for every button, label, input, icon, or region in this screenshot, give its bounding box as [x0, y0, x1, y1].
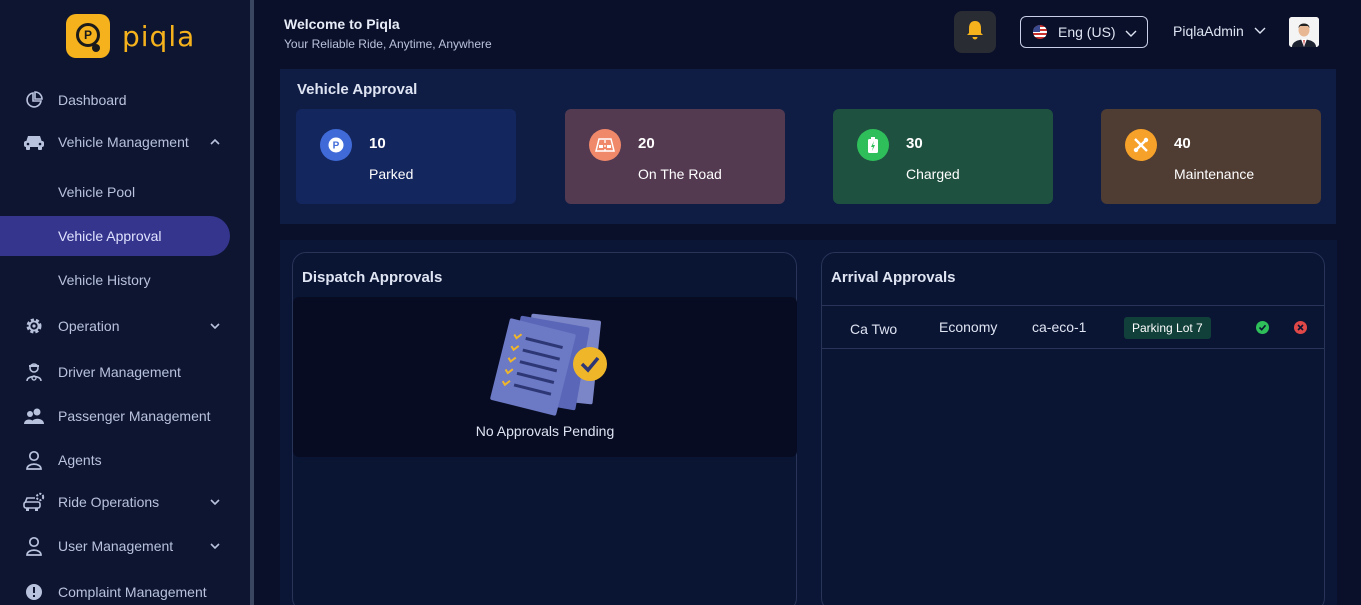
- checklist-illustration-icon: [479, 311, 614, 421]
- sidebar-item-ride-operations[interactable]: Ride Operations: [0, 482, 250, 522]
- users-icon: [23, 405, 45, 427]
- page-subtitle: Your Reliable Ride, Anytime, Anywhere: [284, 37, 492, 51]
- person-icon: [23, 449, 45, 471]
- chevron-down-icon[interactable]: [208, 495, 222, 509]
- stat-value: 40: [1174, 135, 1191, 152]
- sidebar-item-label: Complaint Management: [58, 584, 207, 600]
- bell-icon: [966, 20, 984, 45]
- vehicle-name: Ca Two: [850, 321, 898, 337]
- sidebar-item-label: Driver Management: [58, 364, 181, 380]
- tools-icon: [1125, 129, 1157, 161]
- dispatch-approvals-card: Dispatch Approvals No Approvals Pending: [292, 252, 797, 605]
- vehicle-category: Economy: [939, 319, 998, 335]
- stat-card-parked[interactable]: P 10 Parked: [296, 109, 516, 204]
- sidebar-item-vehicle-pool[interactable]: Vehicle Pool: [0, 172, 250, 212]
- sidebar-item-user-management[interactable]: User Management: [0, 526, 250, 566]
- vehicle-code: ca-eco-1: [1032, 319, 1087, 335]
- chevron-down-icon[interactable]: [208, 319, 222, 333]
- battery-icon: [857, 129, 889, 161]
- sidebar-item-complaint-management[interactable]: Complaint Management: [0, 572, 250, 605]
- alert-icon: [23, 581, 45, 603]
- gear-icon: [23, 315, 45, 337]
- sidebar-item-label: User Management: [58, 538, 174, 554]
- car-icon: [23, 131, 45, 153]
- stat-card-charged[interactable]: 30 Charged: [833, 109, 1053, 204]
- sidebar-item-label: Passenger Management: [58, 408, 211, 424]
- reject-x-icon[interactable]: [1294, 321, 1307, 334]
- chevron-down-icon[interactable]: [208, 539, 222, 553]
- approve-check-icon[interactable]: [1256, 321, 1269, 334]
- stat-label: Parked: [369, 166, 414, 182]
- sidebar-item-vehicle-approval[interactable]: Vehicle Approval: [0, 216, 230, 256]
- sidebar-item-operation[interactable]: Operation: [0, 306, 250, 346]
- us-flag-icon: [1033, 25, 1047, 39]
- pie-chart-icon: [23, 89, 45, 111]
- parking-icon: P: [320, 129, 352, 161]
- approvals-area: Dispatch Approvals No Approvals Pending …: [280, 240, 1337, 605]
- sidebar-item-label: Vehicle Approval: [58, 228, 162, 244]
- sidebar-item-label: Ride Operations: [58, 494, 160, 510]
- svg-text:P: P: [333, 141, 340, 152]
- sidebar-item-label: Vehicle Pool: [58, 184, 136, 200]
- sidebar-item-dashboard[interactable]: Dashboard: [0, 80, 250, 120]
- sidebar-item-label: Vehicle Management: [58, 134, 189, 150]
- section-title: Arrival Approvals: [831, 269, 956, 286]
- stat-label: On The Road: [638, 166, 722, 182]
- stat-card-on-the-road[interactable]: 20 On The Road: [565, 109, 785, 204]
- sidebar-item-driver-management[interactable]: Driver Management: [0, 352, 250, 392]
- stat-value: 20: [638, 135, 655, 152]
- sidebar-item-passenger-management[interactable]: Passenger Management: [0, 396, 250, 436]
- car-settings-icon: [23, 491, 45, 513]
- sidebar-item-vehicle-management[interactable]: Vehicle Management: [0, 122, 250, 162]
- vehicle-approval-panel: Vehicle Approval P 10 Parked 20 On The R…: [280, 69, 1336, 224]
- arrival-approvals-card: Arrival Approvals Ca Two Economy ca-eco-…: [821, 252, 1325, 605]
- section-title: Vehicle Approval: [297, 81, 418, 98]
- chevron-down-icon: [1254, 22, 1266, 40]
- stat-label: Maintenance: [1174, 166, 1255, 182]
- sidebar-item-vehicle-history[interactable]: Vehicle History: [0, 260, 250, 300]
- stat-label: Charged: [906, 166, 960, 182]
- sidebar-item-label: Agents: [58, 452, 102, 468]
- driver-icon: [23, 361, 45, 383]
- logo-icon: P: [66, 14, 110, 58]
- person-icon: [23, 535, 45, 557]
- sidebar-item-label: Vehicle History: [58, 272, 151, 288]
- stat-card-maintenance[interactable]: 40 Maintenance: [1101, 109, 1321, 204]
- sidebar-item-label: Dashboard: [58, 92, 127, 108]
- avatar[interactable]: [1289, 17, 1319, 47]
- sidebar: P piqla Dashboard Vehicle Management Veh…: [0, 0, 250, 605]
- sidebar-item-label: Operation: [58, 318, 120, 334]
- sidebar-item-agents[interactable]: Agents: [0, 440, 250, 480]
- brand-name: piqla: [122, 19, 196, 53]
- road-icon: [589, 129, 621, 161]
- empty-state: No Approvals Pending: [293, 297, 797, 457]
- stat-value: 30: [906, 135, 923, 152]
- chevron-up-icon[interactable]: [208, 135, 222, 149]
- page-title: Welcome to Piqla: [284, 16, 400, 32]
- language-value: Eng (US): [1058, 24, 1116, 40]
- language-select[interactable]: Eng (US): [1020, 16, 1148, 48]
- section-title: Dispatch Approvals: [302, 269, 443, 286]
- brand-logo[interactable]: P piqla: [66, 14, 195, 58]
- table-row: Ca Two Economy ca-eco-1 Parking Lot 7: [822, 305, 1325, 349]
- sidebar-scrollbar[interactable]: [250, 0, 254, 605]
- chevron-down-icon: [1125, 25, 1137, 43]
- stat-value: 10: [369, 135, 386, 152]
- user-menu[interactable]: PiqlaAdmin: [1173, 22, 1266, 40]
- location-badge: Parking Lot 7: [1124, 317, 1211, 339]
- empty-state-text: No Approvals Pending: [475, 423, 615, 439]
- notifications-button[interactable]: [954, 11, 996, 53]
- username: PiqlaAdmin: [1173, 23, 1244, 39]
